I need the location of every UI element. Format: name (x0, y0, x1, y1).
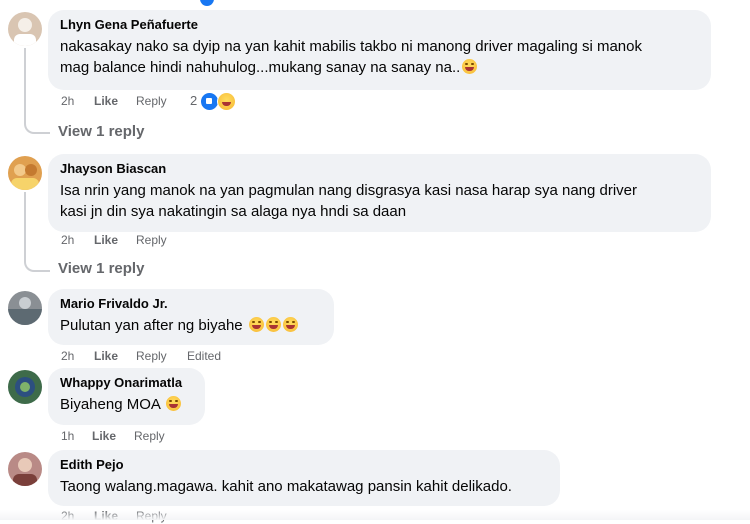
comment-time[interactable]: 1h (61, 428, 74, 444)
avatar[interactable] (8, 452, 42, 486)
comment-time[interactable]: 2h (61, 232, 74, 248)
comment-text: Pulutan yan after ng biyahe (60, 315, 322, 336)
like-button[interactable]: Like (94, 348, 118, 364)
avatar[interactable] (8, 291, 42, 325)
reply-button[interactable]: Reply (136, 232, 167, 248)
avatar-image (14, 18, 36, 46)
comment-time[interactable]: 2h (61, 348, 74, 364)
laughing-emoji-icon (282, 317, 298, 332)
comment-line: Isa nrin yang manok na yan pagmulan nang… (60, 182, 638, 199)
avatar-image (13, 458, 37, 486)
like-button[interactable]: Like (94, 232, 118, 248)
comment-text: Taong walang.magawa. kahit ano makatawag… (60, 476, 548, 497)
view-replies-link[interactable]: View 1 reply (58, 123, 144, 140)
comment-line: Taong walang.magawa. kahit ano makatawag… (60, 478, 512, 495)
reply-button[interactable]: Reply (136, 348, 167, 364)
comment-actions: 2h Like Reply Edited (61, 348, 301, 364)
comment-text: Biyaheng MOA (60, 394, 193, 415)
comment-actions: 2h Like Reply (61, 232, 301, 248)
view-replies-link[interactable]: View 1 reply (58, 260, 144, 277)
comment-author[interactable]: Edith Pejo (60, 456, 548, 473)
comment-line-text: mag balance hindi nahuhulog...mukang san… (60, 59, 461, 76)
comment-author[interactable]: Jhayson Biascan (60, 160, 699, 177)
comment-line: kasi jn din sya nakatingin sa alaga nya … (60, 203, 407, 220)
comment-actions: 1h Like Reply (61, 428, 301, 444)
avatar[interactable] (8, 12, 42, 46)
comment-bubble: Whappy Onarimatla Biyaheng MOA (48, 368, 205, 425)
comment-author[interactable]: Whappy Onarimatla (60, 374, 193, 391)
thread-line (24, 48, 50, 134)
avatar[interactable] (8, 370, 42, 404)
edited-label: Edited (187, 349, 222, 363)
grinning-emoji-icon (462, 59, 478, 74)
laughing-emoji-icon (265, 317, 281, 332)
bottom-fade (0, 510, 750, 520)
comment-text: Isa nrin yang manok na yan pagmulan nang… (60, 180, 699, 222)
avatar[interactable] (8, 156, 42, 190)
thread-line (24, 192, 50, 272)
avatar-image (11, 164, 39, 190)
comment-bubble: Jhayson Biascan Isa nrin yang manok na y… (48, 154, 711, 232)
reply-button[interactable]: Reply (134, 428, 165, 444)
comment-author[interactable]: Mario Frivaldo Jr. (60, 295, 322, 312)
comment-bubble: Edith Pejo Taong walang.magawa. kahit an… (48, 450, 560, 506)
reaction-count[interactable]: 2 (190, 93, 197, 108)
comment-line: Pulutan yan after ng biyahe (60, 317, 243, 334)
avatar-image (15, 377, 35, 397)
comment-text: nakasakay nako sa dyip na yan kahit mabi… (60, 36, 699, 78)
haha-reaction-icon[interactable] (217, 92, 236, 111)
comment-bubble: Mario Frivaldo Jr. Pulutan yan after ng … (48, 289, 334, 345)
comment-line: mag balance hindi nahuhulog...mukang san… (60, 57, 699, 78)
like-button[interactable]: Like (94, 93, 118, 109)
comment-line: nakasakay nako sa dyip na yan kahit mabi… (60, 38, 642, 55)
comment-author[interactable]: Lhyn Gena Peñafuerte (60, 16, 699, 33)
laughing-emoji-icon (248, 317, 264, 332)
comment-bubble: Lhyn Gena Peñafuerte nakasakay nako sa d… (48, 10, 711, 90)
comment-actions: 2h Like Reply (61, 93, 301, 109)
comment-time[interactable]: 2h (61, 93, 74, 109)
reply-button[interactable]: Reply (136, 93, 167, 109)
avatar-image (8, 297, 42, 325)
reaction-icon (200, 0, 214, 6)
like-button[interactable]: Like (92, 428, 116, 444)
grinning-emoji-icon (166, 396, 182, 411)
comment-line: Biyaheng MOA (60, 396, 161, 413)
